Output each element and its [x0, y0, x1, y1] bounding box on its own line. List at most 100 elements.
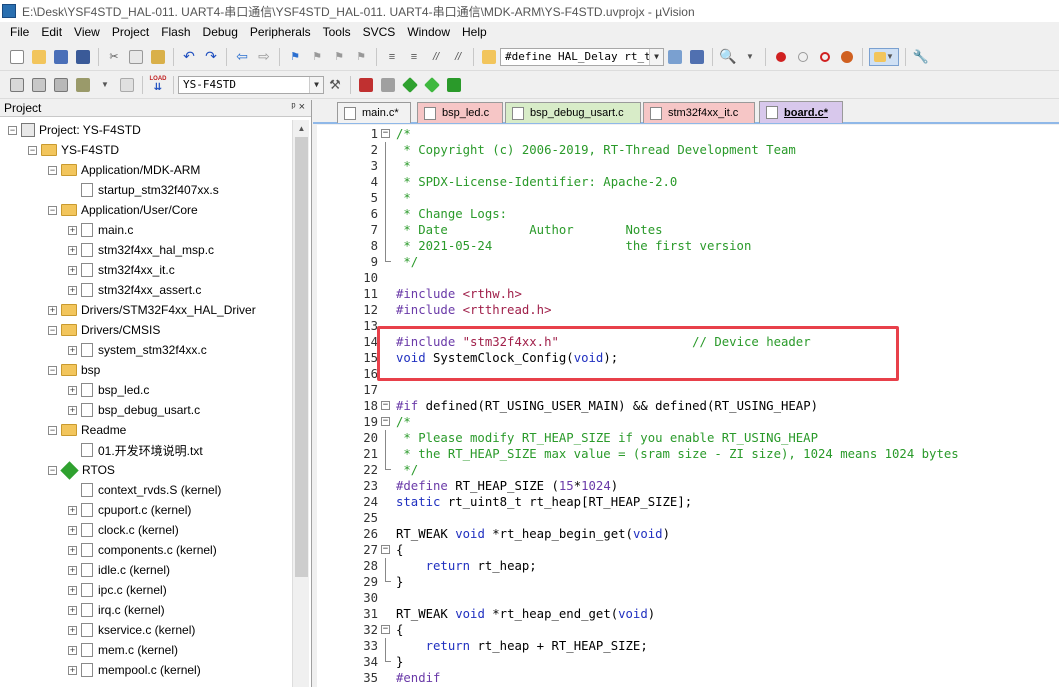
expand-icon[interactable]: + [68, 665, 77, 675]
fold-collapse-icon[interactable]: − [381, 625, 390, 634]
code-line[interactable]: 33 return rt_heap + RT_HEAP_SIZE; [317, 638, 1059, 654]
expand-icon[interactable]: + [68, 225, 77, 235]
tree-item[interactable]: + ipc.c (kernel) [68, 580, 167, 600]
code-line[interactable]: 10 [317, 270, 1059, 286]
tree-item[interactable]: − YS-F4STD [28, 140, 119, 160]
expand-icon[interactable]: + [68, 245, 77, 255]
unindent-icon[interactable]: ≡ [405, 48, 423, 66]
code-line[interactable]: 6 * Change Logs: [317, 206, 1059, 222]
code-line[interactable]: 20 * Please modify RT_HEAP_SIZE if you e… [317, 430, 1059, 446]
expand-icon[interactable]: + [68, 265, 77, 275]
tree-item[interactable]: + mem.c (kernel) [68, 640, 178, 660]
panel-pin-close-icon[interactable]: ᵖ × [291, 101, 305, 113]
tab-main-c-[interactable]: main.c* [337, 102, 411, 123]
bookmark-clear-icon[interactable]: ⚑ [352, 48, 370, 66]
code-line[interactable]: 12 #include <rtthread.h> [317, 302, 1059, 318]
breakpoint-kill-all-icon[interactable] [838, 48, 856, 66]
scroll-up-icon[interactable]: ▲ [293, 120, 310, 137]
cut-icon[interactable]: ✂ [105, 48, 123, 66]
nav-back-icon[interactable]: ⇦ [233, 48, 251, 66]
fold-collapse-icon[interactable]: − [381, 417, 390, 426]
menu-project[interactable]: Project [106, 22, 155, 42]
bookmark-icon[interactable]: ⚑ [286, 48, 304, 66]
code-line[interactable]: 11 #include <rthw.h> [317, 286, 1059, 302]
tree-item[interactable]: + components.c (kernel) [68, 540, 217, 560]
tree-item[interactable]: + mempool.c (kernel) [68, 660, 201, 680]
bookmark-next-icon[interactable]: ⚑ [330, 48, 348, 66]
tree-item[interactable]: + idle.c (kernel) [68, 560, 170, 580]
expand-icon[interactable]: + [68, 405, 77, 415]
breakpoint-disable-icon[interactable] [794, 48, 812, 66]
tree-item[interactable]: + system_stm32f4xx.c [68, 340, 207, 360]
indent-icon[interactable]: ≡ [383, 48, 401, 66]
select-pack-icon[interactable] [423, 76, 441, 94]
target-select[interactable]: YS-F4STD ▼ [178, 75, 324, 94]
code-line[interactable]: 8 * 2021-05-24 the first version [317, 238, 1059, 254]
code-line[interactable]: 35 #endif [317, 670, 1059, 686]
expand-icon[interactable]: + [68, 585, 77, 595]
target-options-icon[interactable]: ⚒ [326, 76, 344, 94]
tree-item[interactable]: + main.c [68, 220, 133, 240]
bookmark-prev-icon[interactable]: ⚑ [308, 48, 326, 66]
expand-icon[interactable]: + [68, 565, 77, 575]
tree-item[interactable]: − Drivers/CMSIS [48, 320, 160, 340]
pack-installer-icon[interactable] [445, 76, 463, 94]
configure-icon[interactable]: 🔧 [912, 48, 930, 66]
tree-item[interactable]: − Readme [48, 420, 126, 440]
tree-item[interactable]: 01.开发环境说明.txt [68, 440, 203, 460]
tree-item[interactable]: − bsp [48, 360, 100, 380]
tree-item[interactable]: − Application/MDK-ARM [48, 160, 200, 180]
tab-stm32f4xx-it-c[interactable]: stm32f4xx_it.c [643, 102, 755, 123]
save-all-icon[interactable] [74, 48, 92, 66]
nav-forward-icon[interactable]: ⇨ [255, 48, 273, 66]
comment-icon[interactable]: // [427, 48, 445, 66]
tree-item[interactable]: − Application/User/Core [48, 200, 198, 220]
rebuild-icon[interactable] [52, 76, 70, 94]
code-line[interactable]: 25 [317, 510, 1059, 526]
menu-flash[interactable]: Flash [155, 22, 196, 42]
code-line[interactable]: 19−/* [317, 414, 1059, 430]
tree-item[interactable]: + stm32f4xx_assert.c [68, 280, 201, 300]
stop-build-icon[interactable] [118, 76, 136, 94]
code-line[interactable]: 22 */ [317, 462, 1059, 478]
expand-icon[interactable]: + [48, 305, 57, 315]
collapse-icon[interactable]: − [48, 425, 57, 435]
find-icon[interactable] [666, 48, 684, 66]
tree-item[interactable]: + stm32f4xx_it.c [68, 260, 175, 280]
code-line[interactable]: 4 * SPDX-License-Identifier: Apache-2.0 [317, 174, 1059, 190]
collapse-icon[interactable]: − [8, 125, 17, 135]
collapse-icon[interactable]: − [48, 165, 57, 175]
collapse-icon[interactable]: − [48, 465, 57, 475]
tree-item[interactable]: startup_stm32f407xx.s [68, 180, 219, 200]
window-layout-icon[interactable]: ▼ [869, 47, 899, 66]
code-line[interactable]: 17 [317, 382, 1059, 398]
expand-icon[interactable]: + [68, 625, 77, 635]
chevron-down-icon[interactable]: ▼ [649, 48, 663, 65]
menu-view[interactable]: View [68, 22, 106, 42]
expand-icon[interactable]: + [68, 605, 77, 615]
chevron-down-icon[interactable]: ▼ [309, 76, 323, 93]
undo-icon[interactable]: ↶ [180, 48, 198, 66]
manage-components-icon[interactable] [379, 76, 397, 94]
collapse-icon[interactable]: − [48, 365, 57, 375]
code-editor[interactable]: 1−/* 2 * Copyright (c) 2006-2019, RT-Thre… [317, 125, 1059, 687]
tab-bsp-debug-usart-c[interactable]: bsp_debug_usart.c [505, 102, 641, 123]
code-line[interactable]: 26 RT_WEAK void *rt_heap_begin_get(void) [317, 526, 1059, 542]
copy-icon[interactable] [127, 48, 145, 66]
tree-item[interactable]: + bsp_led.c [68, 380, 149, 400]
load-download-icon[interactable]: LOAD ⇊ [149, 76, 167, 94]
code-line[interactable]: 9 */ [317, 254, 1059, 270]
chevron-down-icon[interactable]: ▼ [96, 76, 114, 94]
build-icon[interactable] [30, 76, 48, 94]
collapse-icon[interactable]: − [48, 205, 57, 215]
menu-debug[interactable]: Debug [197, 22, 244, 42]
code-line[interactable]: 3 * [317, 158, 1059, 174]
tree-item[interactable]: context_rvds.S (kernel) [68, 480, 221, 500]
menu-window[interactable]: Window [401, 22, 456, 42]
expand-icon[interactable]: + [68, 505, 77, 515]
expand-icon[interactable]: + [68, 545, 77, 555]
code-line[interactable]: 31 RT_WEAK void *rt_heap_end_get(void) [317, 606, 1059, 622]
save-icon[interactable] [52, 48, 70, 66]
collapse-icon[interactable]: − [28, 145, 37, 155]
code-line[interactable]: 30 [317, 590, 1059, 606]
